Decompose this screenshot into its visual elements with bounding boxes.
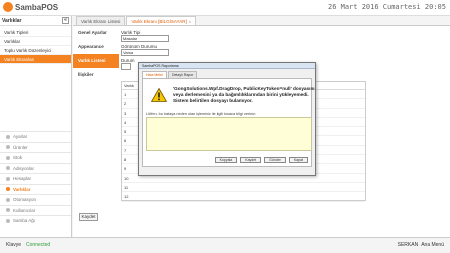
connection-status: Connected [26, 242, 51, 248]
nav-otomasyon[interactable]: Otomasyon [0, 194, 71, 205]
tab-error-text[interactable]: Hata Metni [142, 71, 167, 78]
sambapos-logo: SambaPOS [3, 2, 58, 12]
save-button[interactable]: Kaydet [79, 213, 98, 221]
logo-icon [3, 2, 13, 12]
nav-varliklar[interactable]: Varlıklar [0, 183, 71, 195]
tab-varlik-ekrani-listesi[interactable]: Varlık Ekranı Listesi [76, 16, 126, 25]
user-name: SERKAN [397, 242, 419, 248]
logo-text: SambaPOS [15, 2, 59, 12]
send-button[interactable]: Gönder [264, 157, 286, 163]
keyboard-button[interactable]: Klavye [6, 242, 21, 248]
display-state-label: Görünüm Durumu [121, 44, 158, 49]
automation-icon [6, 197, 10, 202]
error-report-dialog: SambaPOS Raporlama Hata Metni Detaylı Ra… [138, 62, 316, 176]
section-appearance[interactable]: Appearance [73, 40, 119, 54]
nav-label: Ürünler [13, 144, 28, 150]
warning-icon [151, 88, 167, 102]
description-prompt: Lütfen, bu hataya neden olan işleminiz i… [146, 112, 256, 116]
table-row[interactable]: 12 [122, 192, 365, 202]
dialog-body: 'GongSolutions.Wpf.DragDrop, PublicKeyTo… [142, 78, 315, 167]
sidebar-item-varlik-ekranlari[interactable]: Varlık Ekranları [0, 55, 71, 64]
gear-icon [6, 134, 10, 139]
section-varlik-listesi[interactable]: Varlık Listesi [73, 54, 119, 68]
sidebar-header: Varlıklar « [0, 16, 71, 26]
section-genel-ayarlar[interactable]: Genel Ayarlar [73, 26, 119, 40]
error-message: 'GongSolutions.Wpf.DragDrop, PublicKeyTo… [173, 86, 315, 103]
nav-kullanicilar[interactable]: Kullanıcılar [0, 204, 71, 216]
status-input[interactable] [121, 63, 131, 70]
nav-stok[interactable]: Stok [0, 152, 71, 163]
main-menu-button[interactable]: Ana Menü [421, 242, 444, 248]
nav-label: Ayarlar [13, 134, 28, 140]
entity-type-select[interactable]: Masalar [121, 35, 169, 42]
nav-label: Varlıklar [13, 186, 31, 192]
nav-samba-agi[interactable]: Samba Ağı [0, 215, 71, 226]
dialog-title: SambaPOS Raporlama [139, 63, 315, 69]
nav-hesaplar[interactable]: Hesaplar [0, 173, 71, 184]
nav-label: Stok [13, 155, 23, 161]
table-row[interactable]: 11 [122, 183, 365, 193]
section-iliskiler[interactable]: İlişkiler [73, 68, 119, 82]
nav-adisyonlar[interactable]: Adisyonlar [0, 162, 71, 174]
nav-label: Kullanıcılar [13, 207, 36, 213]
nav-urunler[interactable]: Ürünler [0, 141, 71, 153]
products-icon [6, 145, 10, 150]
save-report-button[interactable]: Kaydet [240, 157, 262, 163]
account-icon [6, 176, 10, 181]
sidebar-item-toplu-duzenleyici[interactable]: Toplu Varlık Düzenleyici [0, 46, 71, 55]
stock-icon [6, 155, 10, 160]
collapse-icon[interactable]: « [62, 17, 69, 24]
nav-ayarlar[interactable]: Ayarlar [0, 131, 71, 142]
section-navigation: Genel Ayarlar Appearance Varlık Listesi … [73, 26, 119, 82]
sidebar: Varlıklar « Varlık Tipleri Varlıklar Top… [0, 16, 72, 237]
nav-label: Samba Ağı [13, 218, 36, 224]
entity-type-label: Varlık Tipi [121, 30, 141, 35]
tab-varlik-ekrani-bilgisayar[interactable]: Varlık Ekranı [BİLGİSAYAR] × [126, 16, 197, 25]
display-state-select[interactable]: Varsa [121, 49, 169, 56]
sidebar-item-varliklar[interactable]: Varlıklar [0, 37, 71, 46]
nav-label: Otomasyon [13, 197, 37, 203]
top-bar: SambaPOS 26 Mart 2016 Cumartesi 20:05 [0, 0, 450, 16]
datetime-display: 26 Mart 2016 Cumartesi 20:05 [327, 3, 446, 11]
tab-detailed-report[interactable]: Detaylı Rapor [167, 71, 198, 78]
entity-icon [6, 187, 10, 192]
close-button[interactable]: Kapat [288, 157, 308, 163]
sidebar-item-varlik-tipleri[interactable]: Varlık Tipleri [0, 28, 71, 37]
main-navigation: Ayarlar Ürünler Stok Adisyonlar Hesaplar… [0, 131, 71, 226]
description-textarea[interactable] [146, 117, 312, 151]
nav-label: Adisyonlar [13, 165, 35, 171]
copy-button[interactable]: Kopyala [214, 157, 238, 163]
document-tabs: Varlık Ekranı Listesi Varlık Ekranı [BİL… [76, 16, 197, 25]
ticket-icon [6, 166, 10, 171]
nav-label: Hesaplar [13, 176, 32, 182]
network-icon [6, 218, 10, 223]
status-bar: Klavye Connected SERKAN Ana Menü [0, 237, 450, 253]
users-icon [6, 208, 10, 213]
sidebar-title: Varlıklar [2, 17, 22, 24]
